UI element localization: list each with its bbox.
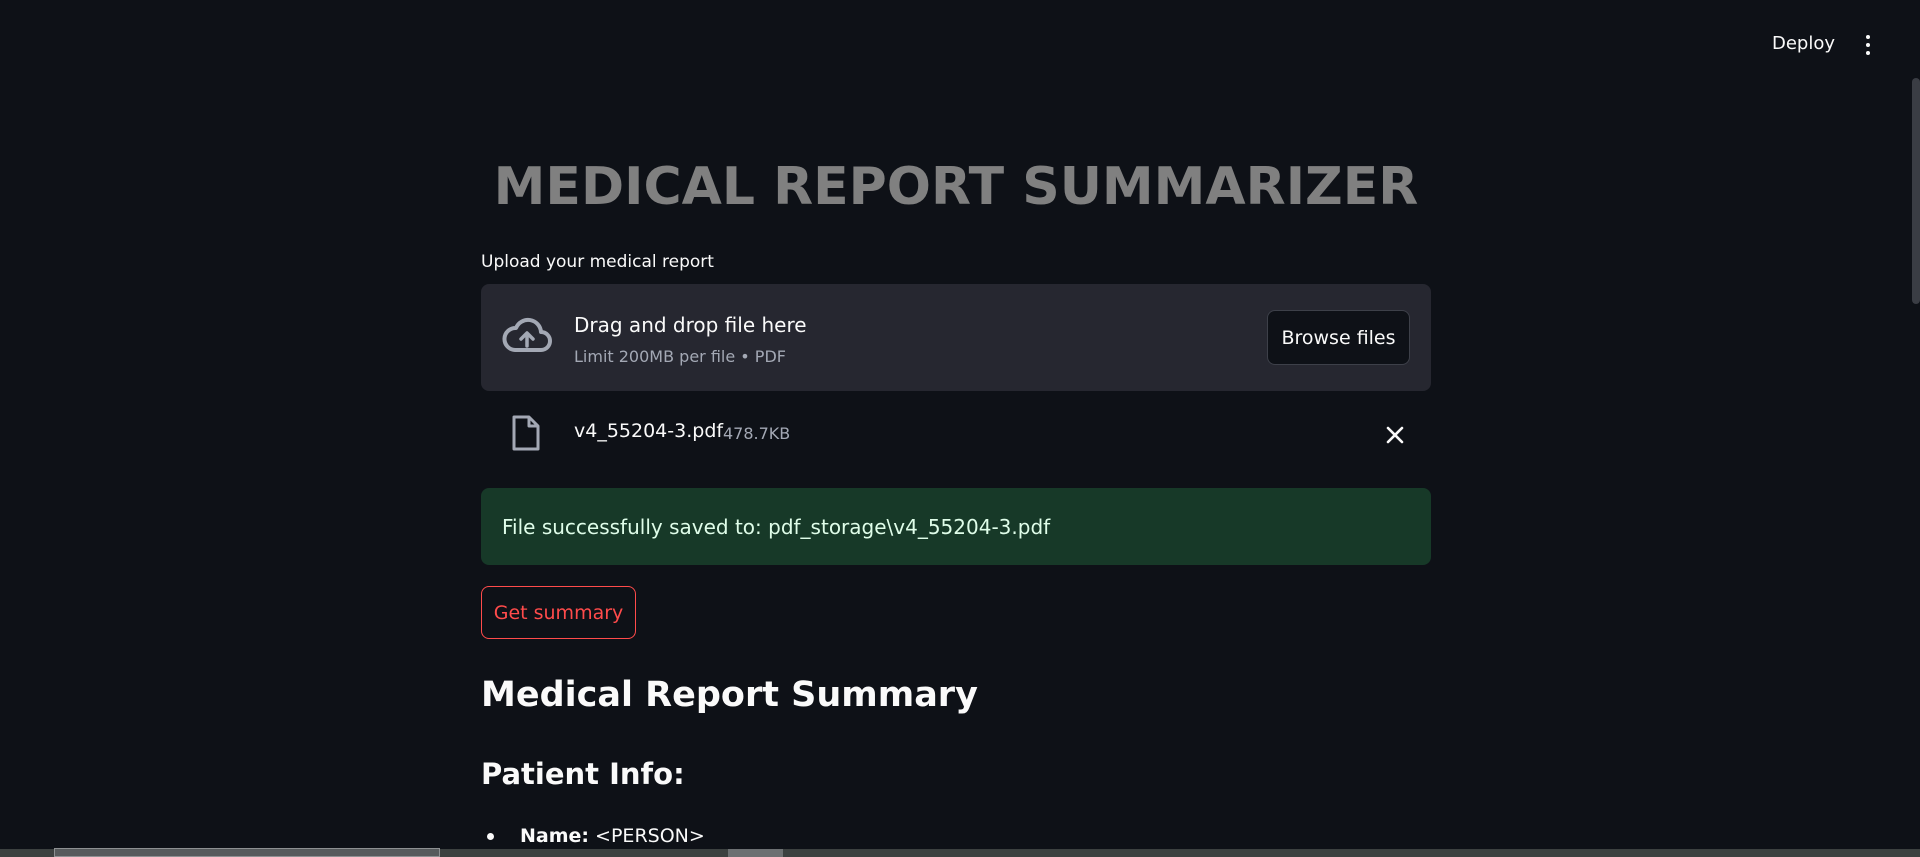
patient-info-list: Name: <PERSON> (481, 820, 705, 852)
deploy-button[interactable]: Deploy (1772, 33, 1835, 54)
close-icon[interactable] (1384, 424, 1406, 446)
get-summary-button[interactable]: Get summary (481, 586, 636, 639)
file-name: v4_55204-3.pdf (574, 420, 724, 442)
vertical-scrollbar-thumb[interactable] (1912, 78, 1920, 304)
taskbar-segment (728, 849, 783, 857)
dropzone-limit: Limit 200MB per file • PDF (574, 347, 786, 366)
app-window: Deploy MEDICAL REPORT SUMMARIZER Upload … (0, 0, 1920, 857)
file-size: 478.7KB (723, 424, 791, 443)
page-title: MEDICAL REPORT SUMMARIZER (493, 157, 1419, 217)
file-dropzone[interactable]: Drag and drop file here Limit 200MB per … (481, 284, 1431, 391)
patient-name-value: <PERSON> (589, 825, 705, 847)
header-toolbar: Deploy (0, 0, 1920, 90)
uploaded-file-row: v4_55204-3.pdf 478.7KB (481, 410, 1431, 460)
cloud-upload-icon (502, 317, 552, 352)
menu-dot (1866, 51, 1870, 55)
summary-heading: Medical Report Summary (481, 675, 978, 715)
menu-dot (1866, 35, 1870, 39)
taskbar-window-thumbnail[interactable] (54, 848, 440, 857)
patient-name-key: Name: (520, 825, 590, 847)
dropzone-title: Drag and drop file here (574, 313, 807, 337)
menu-dot (1866, 43, 1870, 47)
kebab-menu-icon[interactable] (1860, 32, 1876, 58)
dropzone-text: Drag and drop file here Limit 200MB per … (574, 310, 807, 368)
file-icon (512, 415, 540, 451)
patient-info-heading: Patient Info: (481, 757, 685, 791)
success-alert: File successfully saved to: pdf_storage\… (481, 488, 1431, 565)
upload-label: Upload your medical report (481, 252, 714, 272)
browse-files-button[interactable]: Browse files (1267, 310, 1410, 365)
list-item: Name: <PERSON> (481, 820, 705, 852)
